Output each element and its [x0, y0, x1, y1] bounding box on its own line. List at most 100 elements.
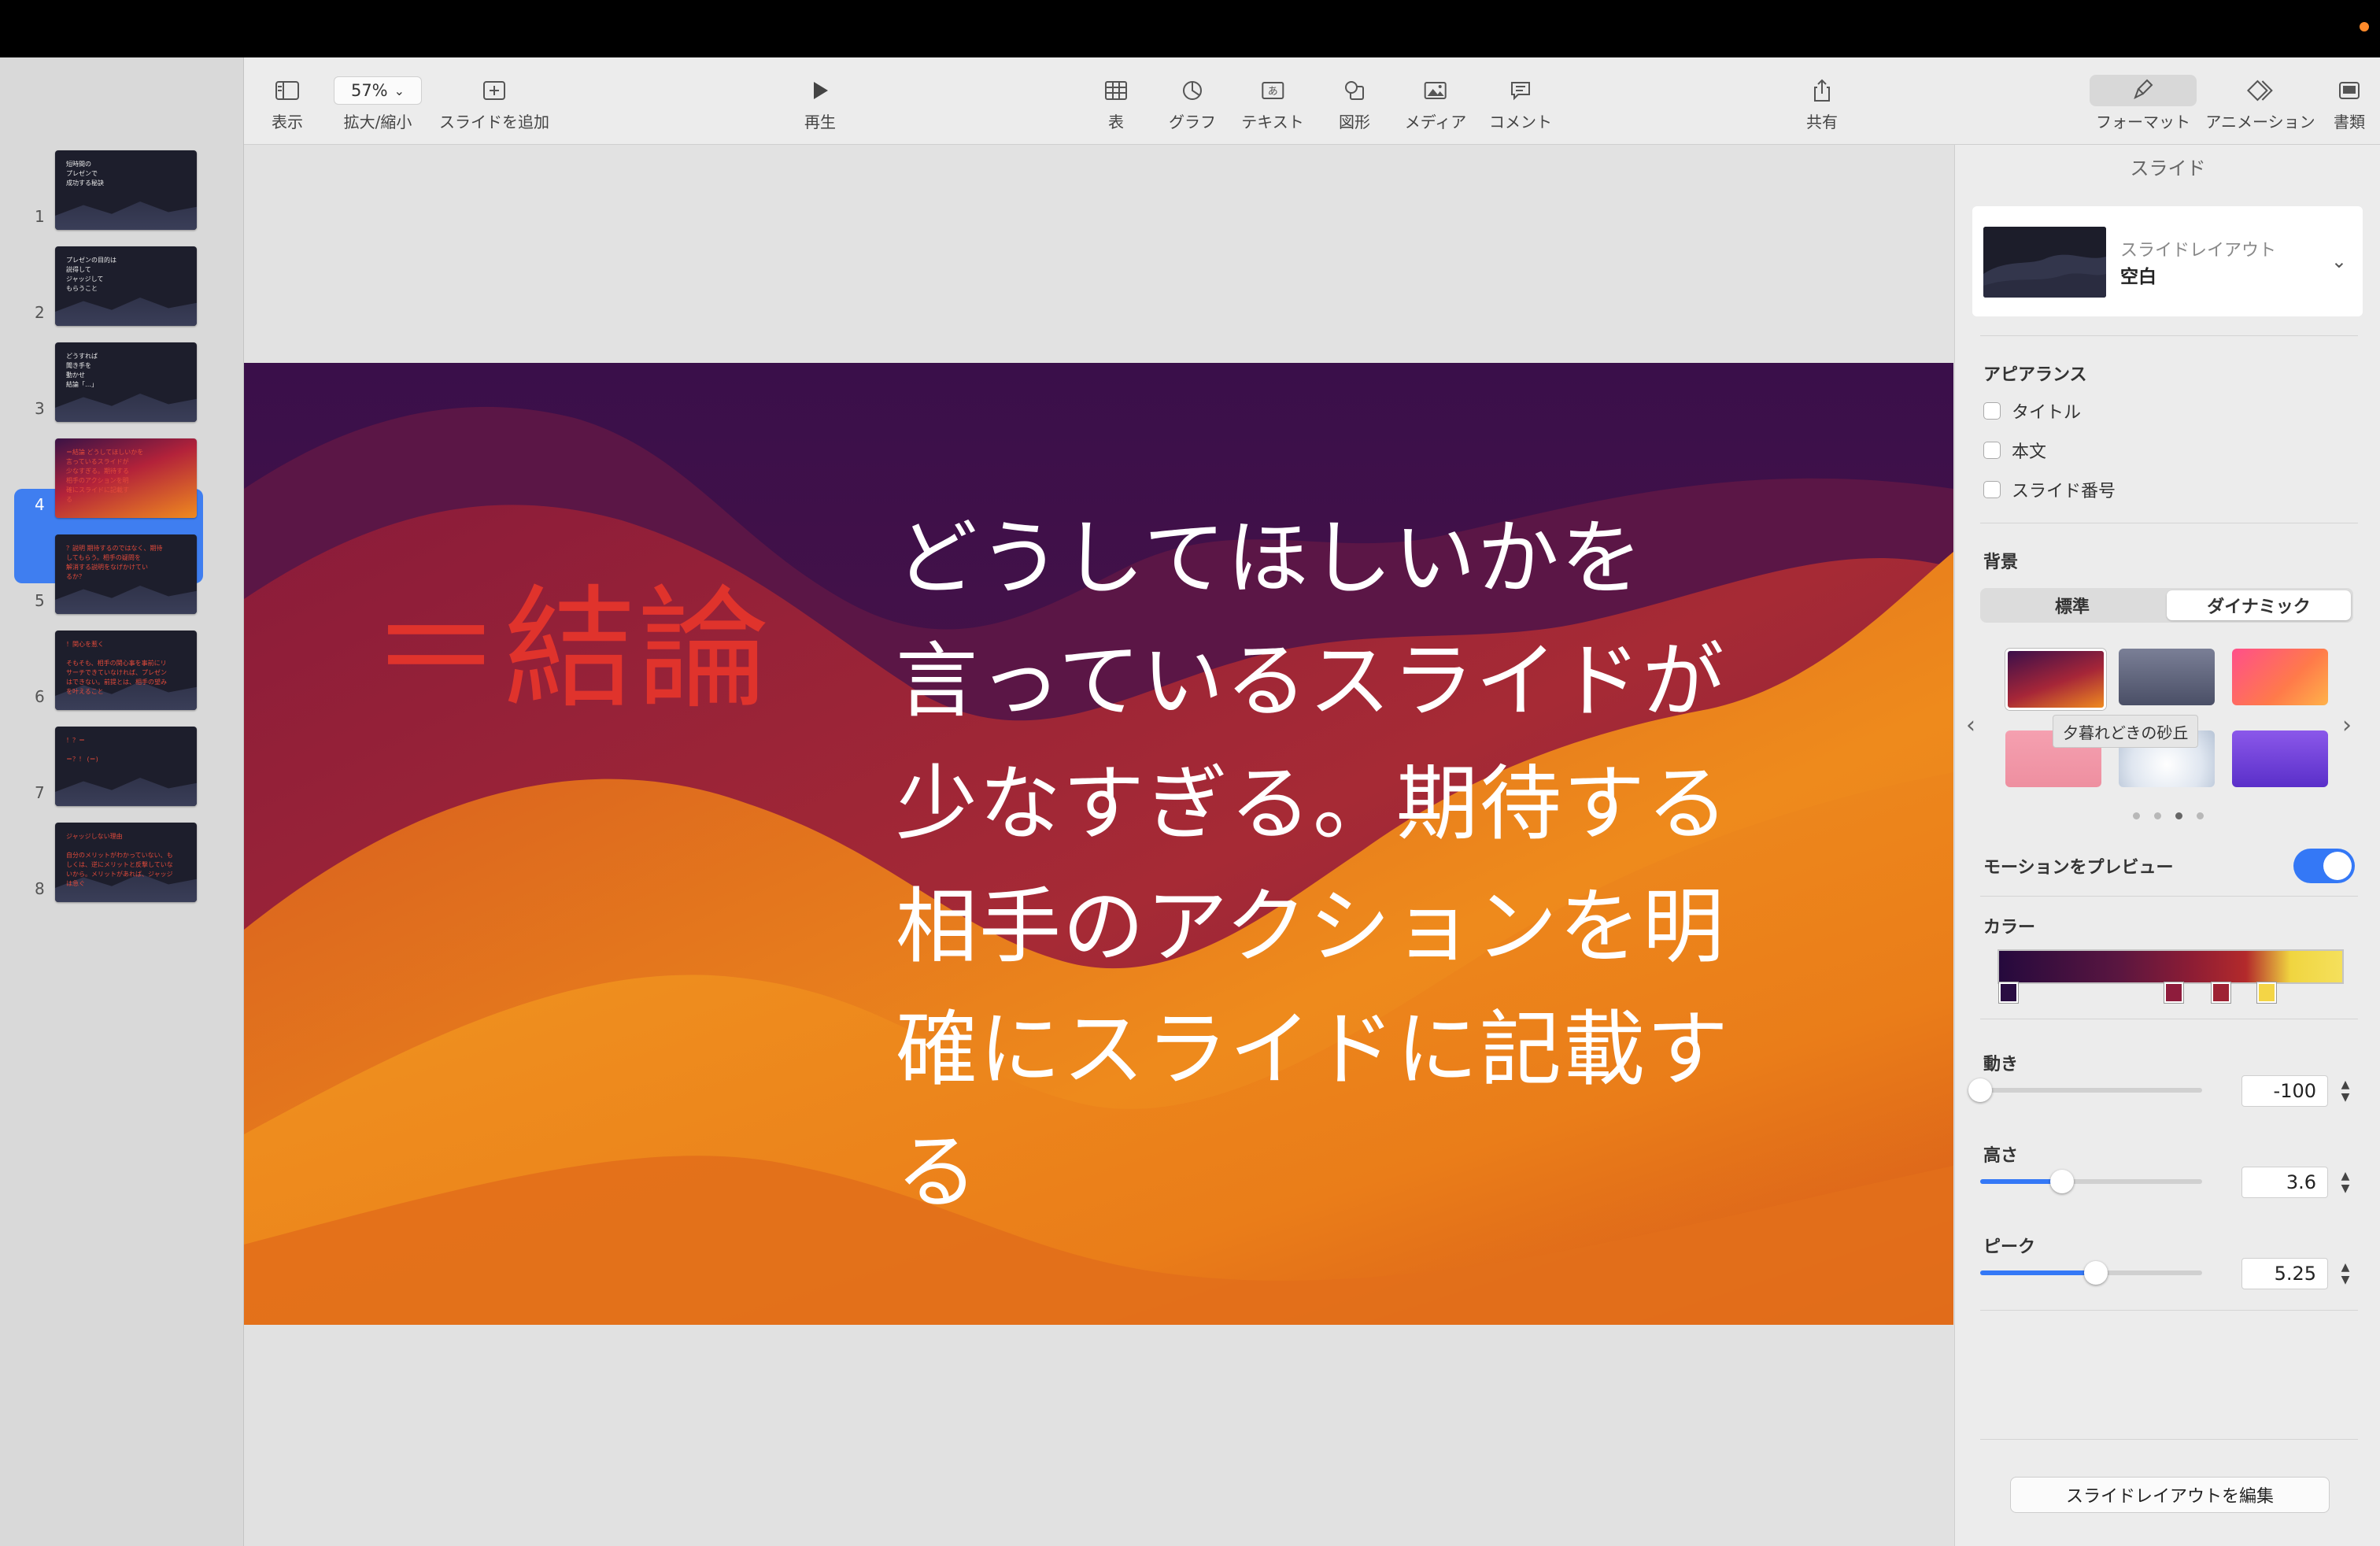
- appearance-heading: アピアランス: [1983, 365, 2087, 385]
- format-inspector: スライド スライドレイアウト 空白 ⌄ アピアランス タイトル 本文 スライド番…: [1954, 145, 2380, 1546]
- slide-navigator[interactable]: 短時間の プレゼンで 成功する秘訣 1 プレゼンの目的は 説得して ジャッジして も…: [0, 57, 244, 1546]
- slide-thumbnail-text: ？説明 期待するのではなく、期待 してもらう。相手の疑問を 解消する説明をなげか…: [66, 545, 163, 580]
- slide-thumbnail[interactable]: ジャッジしない理由 自分のメリットがわかっていない、も しくは、逆にメリットと反…: [55, 823, 197, 902]
- document-button[interactable]: 書類: [2334, 76, 2365, 132]
- gradient-color-stop[interactable]: [2257, 982, 2276, 1003]
- shape-label: 図形: [1339, 113, 1370, 131]
- zoom-select[interactable]: 57% ⌄: [334, 76, 422, 105]
- height-stepper[interactable]: ▲ ▼: [2338, 1167, 2353, 1198]
- slide-thumbnail[interactable]: ！？＝ ＝？！ (＝): [55, 727, 197, 806]
- shape-icon: [1339, 76, 1370, 105]
- slide-number-label: 5: [35, 591, 45, 610]
- slide-thumbnail-text: ジャッジしない理由 自分のメリットがわかっていない、も しくは、逆にメリットと反…: [66, 833, 173, 887]
- slide-number-checkbox[interactable]: スライド番号: [1983, 477, 2116, 502]
- movement-value-field[interactable]: -100: [2241, 1075, 2328, 1107]
- slide-number-checkbox-label: スライド番号: [2012, 482, 2116, 501]
- slide-conclusion-heading[interactable]: ＝結論: [370, 542, 771, 734]
- slide-thumbnail-text: ！関心を惹く そもそも、相手の関心事を事前にリ サーチできていなければ、プレゼン…: [66, 641, 167, 695]
- layout-thumbnail: [1983, 227, 2106, 298]
- peak-slider-fill: [1980, 1270, 2096, 1275]
- format-label: フォーマット: [2096, 113, 2190, 131]
- checkbox-box[interactable]: [1983, 442, 2001, 459]
- checkbox-box[interactable]: [1983, 402, 2001, 420]
- slide-thumbnail[interactable]: ！関心を惹く そもそも、相手の関心事を事前にリ サーチできていなければ、プレゼン…: [55, 631, 197, 710]
- play-button[interactable]: 再生: [804, 76, 836, 132]
- gradient-color-stop[interactable]: [1999, 982, 2018, 1003]
- bg-tab-dynamic[interactable]: ダイナミック: [2167, 590, 2351, 620]
- slide-number-label: 1: [35, 207, 45, 226]
- bg-tab-standard[interactable]: 標準: [1980, 588, 2164, 623]
- movement-slider-track[interactable]: [1980, 1088, 2202, 1093]
- table-button[interactable]: 表: [1100, 76, 1132, 132]
- divider: [1980, 1439, 2358, 1440]
- animation-label: アニメーション: [2205, 113, 2315, 131]
- layout-name: 空白: [2120, 267, 2156, 287]
- slide-number-label: 2: [35, 303, 45, 322]
- page-dot[interactable]: [2154, 812, 2161, 819]
- comment-button[interactable]: コメント: [1489, 76, 1552, 132]
- slide-body-line: どうしてほしいかを: [896, 510, 1644, 606]
- zoom-control[interactable]: 57% ⌄ 拡大/縮小: [334, 76, 422, 132]
- swatch-gray-hills[interactable]: [2119, 649, 2215, 705]
- thumbnail-background: [55, 778, 197, 806]
- chevron-left-icon[interactable]: ‹: [1966, 712, 1975, 739]
- text-button[interactable]: あ テキスト: [1241, 76, 1304, 132]
- swatch-page-dots[interactable]: [2133, 812, 2204, 819]
- share-button[interactable]: 共有: [1806, 76, 1838, 132]
- chevron-down-icon: ⌄: [394, 83, 405, 98]
- body-checkbox[interactable]: 本文: [1983, 438, 2046, 463]
- page-dot[interactable]: [2197, 812, 2204, 819]
- media-label: メディア: [1404, 113, 1467, 131]
- format-button-active-bg: [2090, 75, 2197, 106]
- slide-thumbnail[interactable]: どうすれば 聞き手を 動かせ 結論「…」: [55, 342, 197, 422]
- slide-number-label: 3: [35, 399, 45, 418]
- shape-button[interactable]: 図形: [1339, 76, 1370, 132]
- swatch-purple[interactable]: [2232, 730, 2328, 787]
- peak-value-field[interactable]: 5.25: [2241, 1258, 2328, 1289]
- toggle-knob: [2323, 852, 2352, 880]
- peak-stepper[interactable]: ▲ ▼: [2338, 1258, 2353, 1289]
- chart-button[interactable]: グラフ: [1169, 76, 1216, 132]
- view-label: 表示: [272, 113, 303, 131]
- gradient-color-stop[interactable]: [2212, 982, 2230, 1003]
- checkbox-box[interactable]: [1983, 481, 2001, 498]
- title-checkbox-label: タイトル: [2012, 403, 2082, 423]
- title-checkbox[interactable]: タイトル: [1983, 398, 2081, 423]
- page-dot[interactable]: [2133, 812, 2140, 819]
- slide-number-label: 8: [35, 879, 45, 898]
- chart-label: グラフ: [1169, 113, 1216, 131]
- slide-thumbnail[interactable]: ＝結論 どうしてほしいかを 言っているスライドが 少なすぎる。期待する 相手のア…: [55, 438, 197, 518]
- swatch-pink-orange[interactable]: [2232, 649, 2328, 705]
- slide-thumbnail[interactable]: ？説明 期待するのではなく、期待 してもらう。相手の疑問を 解消する説明をなげか…: [55, 534, 197, 614]
- slide-layout-selector[interactable]: スライドレイアウト 空白 ⌄: [1972, 206, 2363, 316]
- peak-slider-knob[interactable]: [2083, 1261, 2108, 1285]
- motion-preview-toggle[interactable]: [2293, 849, 2355, 883]
- height-slider-knob[interactable]: [2050, 1170, 2075, 1193]
- slide-thumbnail[interactable]: 短時間の プレゼンで 成功する秘訣: [55, 150, 197, 230]
- chevron-right-icon[interactable]: ›: [2342, 712, 2352, 739]
- slide-body-line: 確にスライドに記載す: [896, 1001, 1731, 1097]
- body-checkbox-label: 本文: [2012, 442, 2047, 462]
- chart-icon: [1177, 76, 1208, 105]
- animation-button[interactable]: アニメーション: [2205, 76, 2315, 132]
- slide-thumbnail[interactable]: プレゼンの目的は 説得して ジャッジして もらうこと: [55, 246, 197, 326]
- view-button[interactable]: 表示: [272, 76, 303, 132]
- layout-caption: スライドレイアウト: [2120, 241, 2277, 261]
- page-dot-active[interactable]: [2175, 812, 2182, 819]
- slide-body-text[interactable]: どうしてほしいかを 言っているスライドが 少なすぎる。期待する 相手のアクションを明確…: [896, 497, 1761, 1233]
- format-button[interactable]: フォーマット: [2090, 75, 2197, 132]
- slide-canvas[interactable]: ＝結論 どうしてほしいかを 言っているスライドが 少なすぎる。期待する 相手のアクショ…: [244, 363, 1953, 1325]
- movement-slider-knob[interactable]: [1968, 1078, 1992, 1102]
- media-button[interactable]: メディア: [1404, 76, 1467, 132]
- add-slide-button[interactable]: スライドを追加: [439, 76, 549, 132]
- gradient-color-stop[interactable]: [2164, 982, 2183, 1003]
- height-value-field[interactable]: 3.6: [2241, 1167, 2328, 1198]
- toolbar: 表示 57% ⌄ 拡大/縮小 スライドを追加 再生 表 グラフ あ テキスト 図…: [244, 57, 2380, 145]
- edit-slide-layout-button[interactable]: スライドレイアウトを編集: [2010, 1477, 2330, 1513]
- background-type-segmented-control[interactable]: 標準 ダイナミック: [1980, 588, 2353, 623]
- slide-thumbnail-text: ＝結論 どうしてほしいかを 言っているスライドが 少なすぎる。期待する 相手のア…: [66, 449, 144, 503]
- swatch-sunset-dunes[interactable]: [2005, 649, 2106, 710]
- gradient-color-bar[interactable]: [1998, 949, 2344, 984]
- play-icon: [804, 76, 836, 105]
- movement-stepper[interactable]: ▲ ▼: [2338, 1075, 2353, 1107]
